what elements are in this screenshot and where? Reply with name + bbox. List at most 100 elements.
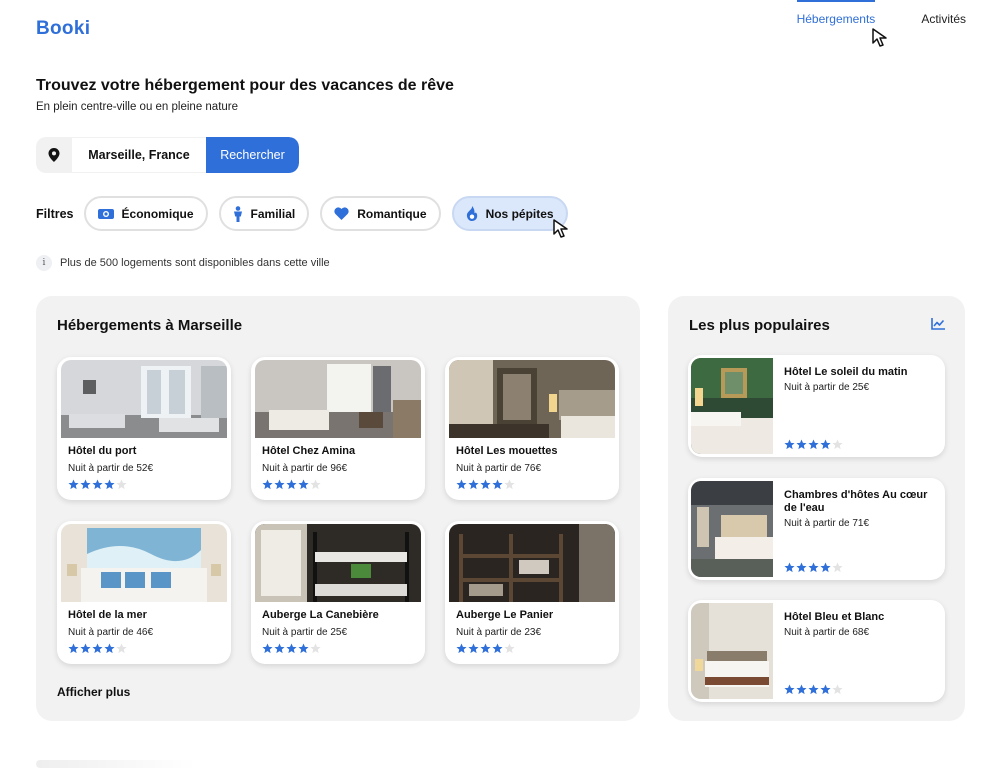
popular-price: Nuit à partir de 25€	[784, 382, 870, 393]
star-filled-icon	[820, 684, 831, 695]
star-empty-icon	[310, 479, 321, 490]
mouse-cursor-icon	[553, 219, 568, 238]
star-filled-icon	[796, 439, 807, 450]
accommodation-card[interactable]: Hôtel de la mer Nuit à partir de 46€	[57, 521, 231, 664]
accommodation-name: Hôtel Chez Amina	[262, 445, 356, 457]
popular-panel: Les plus populaires Hôtel Le soleil du m…	[668, 296, 965, 721]
star-filled-icon	[298, 643, 309, 654]
hotel-photo	[449, 524, 615, 602]
rating-stars	[456, 479, 515, 490]
filter-romantique[interactable]: Romantique	[320, 196, 441, 231]
mouse-cursor-icon	[872, 28, 887, 47]
popular-card[interactable]: Hôtel Le soleil du matin Nuit à partir d…	[688, 355, 945, 457]
star-empty-icon	[832, 684, 843, 695]
booki-logo[interactable]: Booki	[36, 18, 90, 40]
accommodation-card[interactable]: Auberge La Canebière Nuit à partir de 25…	[251, 521, 425, 664]
availability-info: i Plus de 500 logements sont disponibles…	[36, 255, 330, 271]
person-icon	[233, 205, 242, 222]
accommodation-price: Nuit à partir de 25€	[262, 627, 348, 638]
footer-fade	[36, 760, 196, 768]
accommodation-price: Nuit à partir de 76€	[456, 463, 542, 474]
city-input[interactable]: Marseille, France	[72, 137, 206, 173]
popular-card[interactable]: Hôtel Bleu et Blanc Nuit à partir de 68€	[688, 600, 945, 702]
page-title: Trouvez votre hébergement pour des vacan…	[36, 77, 454, 94]
filter-economique[interactable]: Économique	[83, 196, 208, 231]
show-more-link[interactable]: Afficher plus	[57, 685, 130, 699]
star-empty-icon	[116, 479, 127, 490]
rating-stars	[456, 643, 515, 654]
filters-bar: Filtres Économique Familial Romantique N…	[36, 196, 579, 231]
hotel-photo	[449, 360, 615, 438]
accommodation-card[interactable]: Auberge Le Panier Nuit à partir de 23€	[445, 521, 619, 664]
rating-stars	[262, 479, 321, 490]
accommodations-title: Hébergements à Marseille	[57, 317, 243, 334]
star-empty-icon	[504, 479, 515, 490]
info-icon: i	[36, 255, 52, 271]
star-filled-icon	[68, 643, 79, 654]
filter-nos-pepites[interactable]: Nos pépites	[451, 196, 568, 231]
star-filled-icon	[784, 562, 795, 573]
popular-price: Nuit à partir de 68€	[784, 627, 870, 638]
rating-stars	[68, 479, 127, 490]
nav-activites[interactable]: Activités	[921, 0, 966, 40]
rating-stars	[784, 684, 843, 695]
star-filled-icon	[104, 643, 115, 654]
accommodations-panel: Hébergements à Marseille Hôtel du port N…	[36, 296, 640, 721]
accommodation-card[interactable]: Hôtel Chez Amina Nuit à partir de 96€	[251, 357, 425, 500]
star-filled-icon	[286, 643, 297, 654]
star-empty-icon	[832, 562, 843, 573]
star-filled-icon	[796, 684, 807, 695]
filter-label: Familial	[250, 206, 296, 221]
rating-stars	[784, 562, 843, 573]
popular-name: Hôtel Bleu et Blanc	[784, 611, 885, 623]
search-button[interactable]: Rechercher	[206, 137, 299, 173]
star-filled-icon	[480, 643, 491, 654]
accommodation-card[interactable]: Hôtel du port Nuit à partir de 52€	[57, 357, 231, 500]
accommodation-name: Auberge La Canebière	[262, 609, 379, 621]
rating-stars	[262, 643, 321, 654]
star-filled-icon	[456, 643, 467, 654]
star-filled-icon	[480, 479, 491, 490]
location-pin-icon	[36, 137, 72, 173]
popular-card[interactable]: Chambres d'hôtes Au cœur de l'eau Nuit à…	[688, 478, 945, 580]
accommodation-name: Hôtel de la mer	[68, 609, 147, 621]
star-empty-icon	[310, 643, 321, 654]
availability-text: Plus de 500 logements sont disponibles d…	[60, 257, 330, 269]
star-empty-icon	[116, 643, 127, 654]
star-filled-icon	[808, 684, 819, 695]
star-filled-icon	[796, 562, 807, 573]
star-filled-icon	[456, 479, 467, 490]
star-filled-icon	[808, 439, 819, 450]
filter-familial[interactable]: Familial	[218, 196, 310, 231]
star-filled-icon	[820, 439, 831, 450]
search-bar: Marseille, France Rechercher	[36, 137, 299, 173]
hotel-photo	[255, 524, 421, 602]
accommodation-price: Nuit à partir de 46€	[68, 627, 154, 638]
star-filled-icon	[784, 684, 795, 695]
heart-icon	[334, 207, 349, 220]
hotel-photo	[691, 481, 773, 577]
star-empty-icon	[504, 643, 515, 654]
star-filled-icon	[492, 643, 503, 654]
accommodation-card[interactable]: Hôtel Les mouettes Nuit à partir de 76€	[445, 357, 619, 500]
star-filled-icon	[92, 643, 103, 654]
star-filled-icon	[92, 479, 103, 490]
star-filled-icon	[784, 439, 795, 450]
rating-stars	[68, 643, 127, 654]
hotel-photo	[61, 524, 227, 602]
nav-hebergements[interactable]: Hébergements	[796, 0, 876, 40]
star-empty-icon	[832, 439, 843, 450]
star-filled-icon	[104, 479, 115, 490]
hotel-photo	[61, 360, 227, 438]
star-filled-icon	[298, 479, 309, 490]
star-filled-icon	[274, 479, 285, 490]
accommodation-name: Hôtel Les mouettes	[456, 445, 558, 457]
accommodation-name: Hôtel du port	[68, 445, 137, 457]
star-filled-icon	[262, 643, 273, 654]
accommodation-price: Nuit à partir de 52€	[68, 463, 154, 474]
star-filled-icon	[820, 562, 831, 573]
star-filled-icon	[80, 479, 91, 490]
popular-name: Hôtel Le soleil du matin	[784, 366, 908, 378]
star-filled-icon	[468, 643, 479, 654]
filters-label: Filtres	[36, 206, 74, 221]
